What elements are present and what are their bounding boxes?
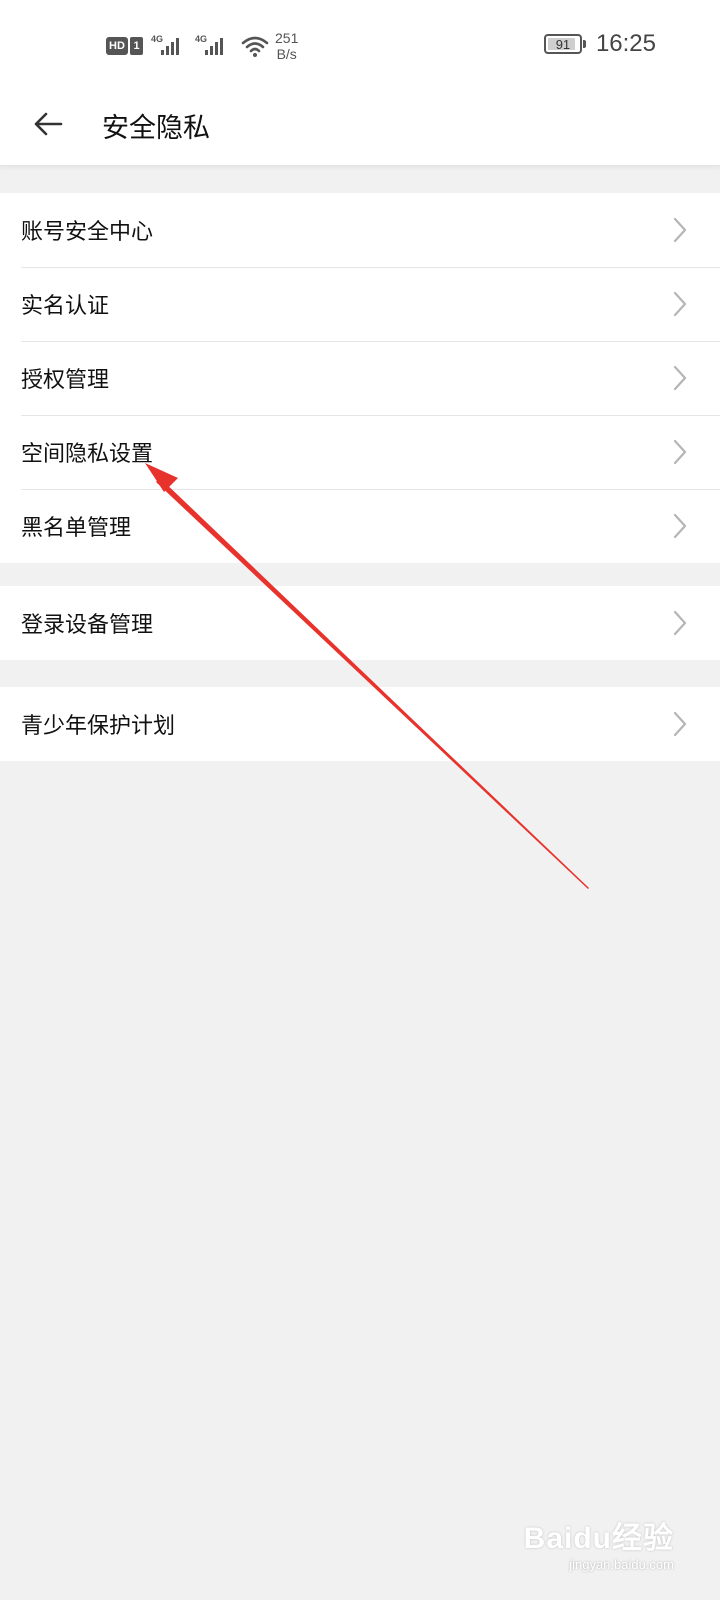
signal-bars-icon (161, 38, 179, 55)
network-speed-unit: B/s (276, 46, 297, 62)
arrow-left-icon (34, 112, 63, 136)
screen: HD 1 4G 4G 251 B/s 91 16:25 安全隐私 账号安全中心 … (0, 0, 720, 1600)
list-item-blacklist[interactable]: 黑名单管理 (0, 489, 720, 563)
chevron-right-icon (673, 291, 687, 317)
signal-icon: 4G (151, 34, 187, 58)
settings-group-devices: 登录设备管理 (0, 586, 720, 660)
list-item-login-devices[interactable]: 登录设备管理 (0, 586, 720, 660)
list-item-label: 实名认证 (21, 294, 110, 319)
watermark-brand: Baidu经验 (523, 1522, 674, 1555)
signal-bars-icon (205, 38, 223, 55)
hd-icon: HD (106, 37, 128, 55)
battery-level: 91 (555, 36, 571, 52)
list-item-space-privacy[interactable]: 空间隐私设置 (0, 415, 720, 489)
clock: 16:25 (595, 30, 656, 57)
network-speed-value: 251 (275, 30, 299, 46)
chevron-right-icon (673, 610, 687, 636)
list-item-account-security[interactable]: 账号安全中心 (0, 193, 720, 267)
status-left: HD 1 4G 4G 251 B/s (106, 28, 298, 64)
list-item-label: 授权管理 (21, 368, 110, 393)
wifi-icon (241, 36, 269, 57)
settings-group-youth: 青少年保护计划 (0, 687, 720, 761)
status-right: 91 16:25 (543, 30, 656, 58)
list-item-label: 账号安全中心 (21, 220, 154, 245)
list-item-real-name[interactable]: 实名认证 (0, 267, 720, 341)
signal-icon: 4G (195, 34, 231, 58)
chevron-right-icon (673, 217, 687, 243)
page-title: 安全隐私 (102, 113, 210, 144)
chevron-right-icon (673, 365, 687, 391)
app-header: 安全隐私 (0, 92, 720, 166)
back-button[interactable] (28, 104, 68, 144)
chevron-right-icon (673, 439, 687, 465)
chevron-right-icon (673, 711, 687, 737)
watermark-domain: jingyan.baidu.com (569, 1557, 674, 1572)
battery-tip (582, 40, 586, 48)
chevron-right-icon (673, 513, 687, 539)
status-bar: HD 1 4G 4G 251 B/s 91 16:25 (0, 0, 720, 92)
settings-group-account: 账号安全中心 实名认证 授权管理 空间隐私设置 黑名单管理 (0, 193, 720, 563)
list-item-label: 空间隐私设置 (21, 442, 154, 467)
list-item-label: 黑名单管理 (21, 516, 132, 541)
list-item-label: 登录设备管理 (21, 613, 154, 638)
list-item-youth-protection[interactable]: 青少年保护计划 (0, 687, 720, 761)
list-item-label: 青少年保护计划 (21, 714, 176, 739)
network-speed: 251 B/s (275, 30, 298, 62)
battery-icon: 91 (543, 34, 582, 54)
sim-badge: 1 (130, 37, 143, 55)
watermark-logo: Baidu经验 jingyan.baidu.com (524, 1513, 674, 1572)
list-item-authorization[interactable]: 授权管理 (0, 341, 720, 415)
